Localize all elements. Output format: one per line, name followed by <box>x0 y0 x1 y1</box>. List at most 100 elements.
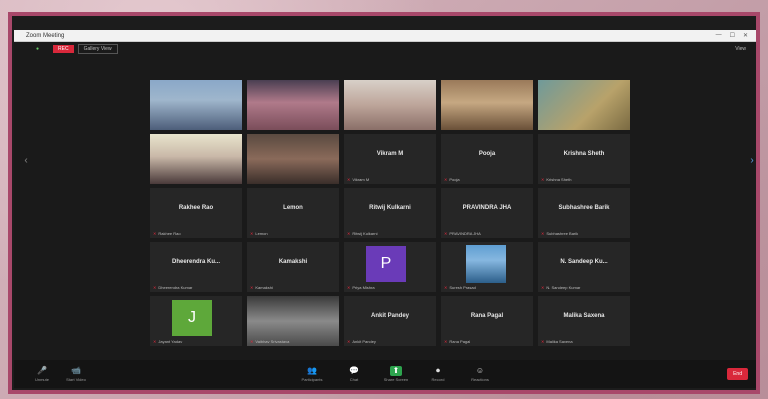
avatar: J <box>172 300 212 336</box>
shield-icon[interactable]: ● <box>36 46 39 52</box>
close-icon[interactable]: ✕ <box>743 32 748 39</box>
participant-name-text: Lemon <box>255 231 268 236</box>
toolbar-label: Share Screen <box>383 377 409 382</box>
participant-tile[interactable]: Vikram M ✕ Vikram M <box>344 134 436 184</box>
previous-page-arrow-icon[interactable]: ‹ <box>22 152 30 170</box>
participant-tile[interactable]: J ✕ Jayant Yadav <box>150 296 242 346</box>
toolbar-button[interactable]: ⬆ Share Screen <box>382 366 410 382</box>
participant-tile[interactable]: Ritwij Kulkarni ✕ Ritwij Kulkarni <box>344 188 436 238</box>
toolbar-label: Reactions <box>471 377 489 382</box>
participant-name-text: Suresh Prasad <box>449 285 476 290</box>
participant-display-name: Pooja <box>478 151 496 157</box>
participant-video <box>441 80 533 130</box>
participant-name-tag: ✕ Ankit Pandey <box>347 339 376 344</box>
participant-tile[interactable]: Dheerendra Ku... ✕ Dheerendra Kumar <box>150 242 242 292</box>
toolbar-icon: 📹 <box>71 366 81 375</box>
toolbar-icon: 💬 <box>349 366 359 375</box>
muted-mic-icon: ✕ <box>347 285 351 290</box>
participant-tile[interactable] <box>247 80 339 130</box>
participant-name-text: Subhashree Barik <box>546 231 579 236</box>
participant-tile[interactable]: P ✕ Priya Mishra <box>344 242 436 292</box>
participant-tile[interactable]: PRAVINDRA JHA ✕ PRAVINDRA JHA <box>441 188 533 238</box>
participant-name-tag: ✕ Suresh Prasad <box>444 285 476 290</box>
participant-name-tag: ✕ Dheerendra Kumar <box>153 285 192 290</box>
participant-name-text: Pooja <box>449 177 460 182</box>
toolbar-button[interactable]: 📹 Start Video <box>62 366 90 382</box>
participant-tile[interactable] <box>441 80 533 130</box>
participant-tile[interactable]: ✕ Vaibhav Srivastava <box>247 296 339 346</box>
participant-name-tag: ✕ Kamakshi <box>250 285 273 290</box>
muted-mic-icon: ✕ <box>250 231 254 236</box>
participant-tile[interactable]: N. Sandeep Ku... ✕ N. Sandeep Kumar <box>538 242 630 292</box>
toolbar-button[interactable]: ☺ Reactions <box>466 366 494 382</box>
participant-name-tag: ✕ N. Sandeep Kumar <box>541 285 580 290</box>
participant-name-text: Dheerendra Kumar <box>158 285 193 290</box>
participant-name-text: Jayant Yadav <box>158 339 183 344</box>
participant-name-tag: ✕ Rana Pagal <box>444 339 470 344</box>
muted-mic-icon: ✕ <box>541 231 545 236</box>
participant-display-name: N. Sandeep Ku... <box>560 259 608 265</box>
muted-mic-icon: ✕ <box>444 339 448 344</box>
participant-name-tag: ✕ Priya Mishra <box>347 285 375 290</box>
window-titlebar: Zoom Meeting — ☐ ✕ <box>14 30 756 42</box>
participant-tile[interactable]: Rana Pagal ✕ Rana Pagal <box>441 296 533 346</box>
participant-video <box>150 80 242 130</box>
participant-name-text: PRAVINDRA JHA <box>449 231 481 236</box>
participant-name-tag: ✕ Lemon <box>250 231 268 236</box>
muted-mic-icon: ✕ <box>347 339 351 344</box>
meeting-toolbar: 🎤 Unmute 📹 Start Video 👥 Participants 💬 Chat ⬆ S… <box>14 360 756 388</box>
participant-display-name: Kamakshi <box>278 259 308 265</box>
participant-tile[interactable]: Rakhee Rao ✕ Rakhee Rao <box>150 188 242 238</box>
participant-name-tag: ✕ Vikram M <box>347 177 369 182</box>
minimize-icon[interactable]: — <box>716 32 722 39</box>
toolbar-label: Chat <box>349 377 359 382</box>
toolbar-button[interactable]: 💬 Chat <box>340 366 368 382</box>
muted-mic-icon: ✕ <box>250 285 254 290</box>
participant-tile[interactable]: Kamakshi ✕ Kamakshi <box>247 242 339 292</box>
participant-name-tag: ✕ Jayant Yadav <box>153 339 182 344</box>
muted-mic-icon: ✕ <box>153 231 157 236</box>
toolbar-button[interactable]: 🎤 Unmute <box>28 366 56 382</box>
participant-tile[interactable]: Pooja ✕ Pooja <box>441 134 533 184</box>
participant-tile[interactable]: Lemon ✕ Lemon <box>247 188 339 238</box>
participant-tile[interactable] <box>538 80 630 130</box>
toolbar-button[interactable]: 👥 Participants <box>298 366 326 382</box>
avatar: P <box>366 246 406 282</box>
participant-tile[interactable]: Subhashree Barik ✕ Subhashree Barik <box>538 188 630 238</box>
muted-mic-icon: ✕ <box>347 177 351 182</box>
end-meeting-button[interactable]: End <box>727 368 748 380</box>
participant-display-name: Rakhee Rao <box>178 205 214 211</box>
gallery-view-badge[interactable]: Gallery View <box>77 44 118 54</box>
participant-name-text: Kamakshi <box>255 285 273 290</box>
view-button[interactable]: View <box>735 46 746 52</box>
participant-name-tag: ✕ Krishna Sheth <box>541 177 572 182</box>
recording-badge: REC <box>53 45 74 53</box>
muted-mic-icon: ✕ <box>444 177 448 182</box>
participant-name-text: Ritwij Kulkarni <box>352 231 378 236</box>
participant-display-name: Dheerendra Ku... <box>171 259 220 265</box>
participant-tile[interactable]: Malika Saxena ✕ Malika Saxena <box>538 296 630 346</box>
participant-display-name: Krishna Sheth <box>563 151 605 157</box>
participant-tile[interactable]: Krishna Sheth ✕ Krishna Sheth <box>538 134 630 184</box>
maximize-icon[interactable]: ☐ <box>730 32 735 39</box>
participant-video <box>344 80 436 130</box>
participant-tile[interactable]: Ankit Pandey ✕ Ankit Pandey <box>344 296 436 346</box>
participant-tile[interactable] <box>150 134 242 184</box>
participant-tile[interactable] <box>247 134 339 184</box>
meeting-top-strip: ● REC Gallery View View <box>14 42 756 56</box>
participant-name-text: N. Sandeep Kumar <box>546 285 581 290</box>
toolbar-button[interactable]: ⏺ Record <box>424 366 452 382</box>
participant-name-text: Vaibhav Srivastava <box>255 339 290 344</box>
participant-grid: Vikram M ✕ Vikram M Pooja ✕ Pooja Krishna Shet… <box>150 80 630 346</box>
next-page-arrow-icon[interactable]: › <box>748 152 756 170</box>
participant-tile[interactable] <box>344 80 436 130</box>
participant-tile[interactable]: ✕ Suresh Prasad <box>441 242 533 292</box>
participant-tile[interactable] <box>150 80 242 130</box>
participant-display-name: Malika Saxena <box>563 313 605 319</box>
participant-name-tag: ✕ PRAVINDRA JHA <box>444 231 481 236</box>
participant-name-tag: ✕ Subhashree Barik <box>541 231 578 236</box>
muted-mic-icon: ✕ <box>444 231 448 236</box>
participant-name-text: Rana Pagal <box>449 339 471 344</box>
participant-name-text: Ankit Pandey <box>352 339 376 344</box>
participant-name-text: Priya Mishra <box>352 285 375 290</box>
